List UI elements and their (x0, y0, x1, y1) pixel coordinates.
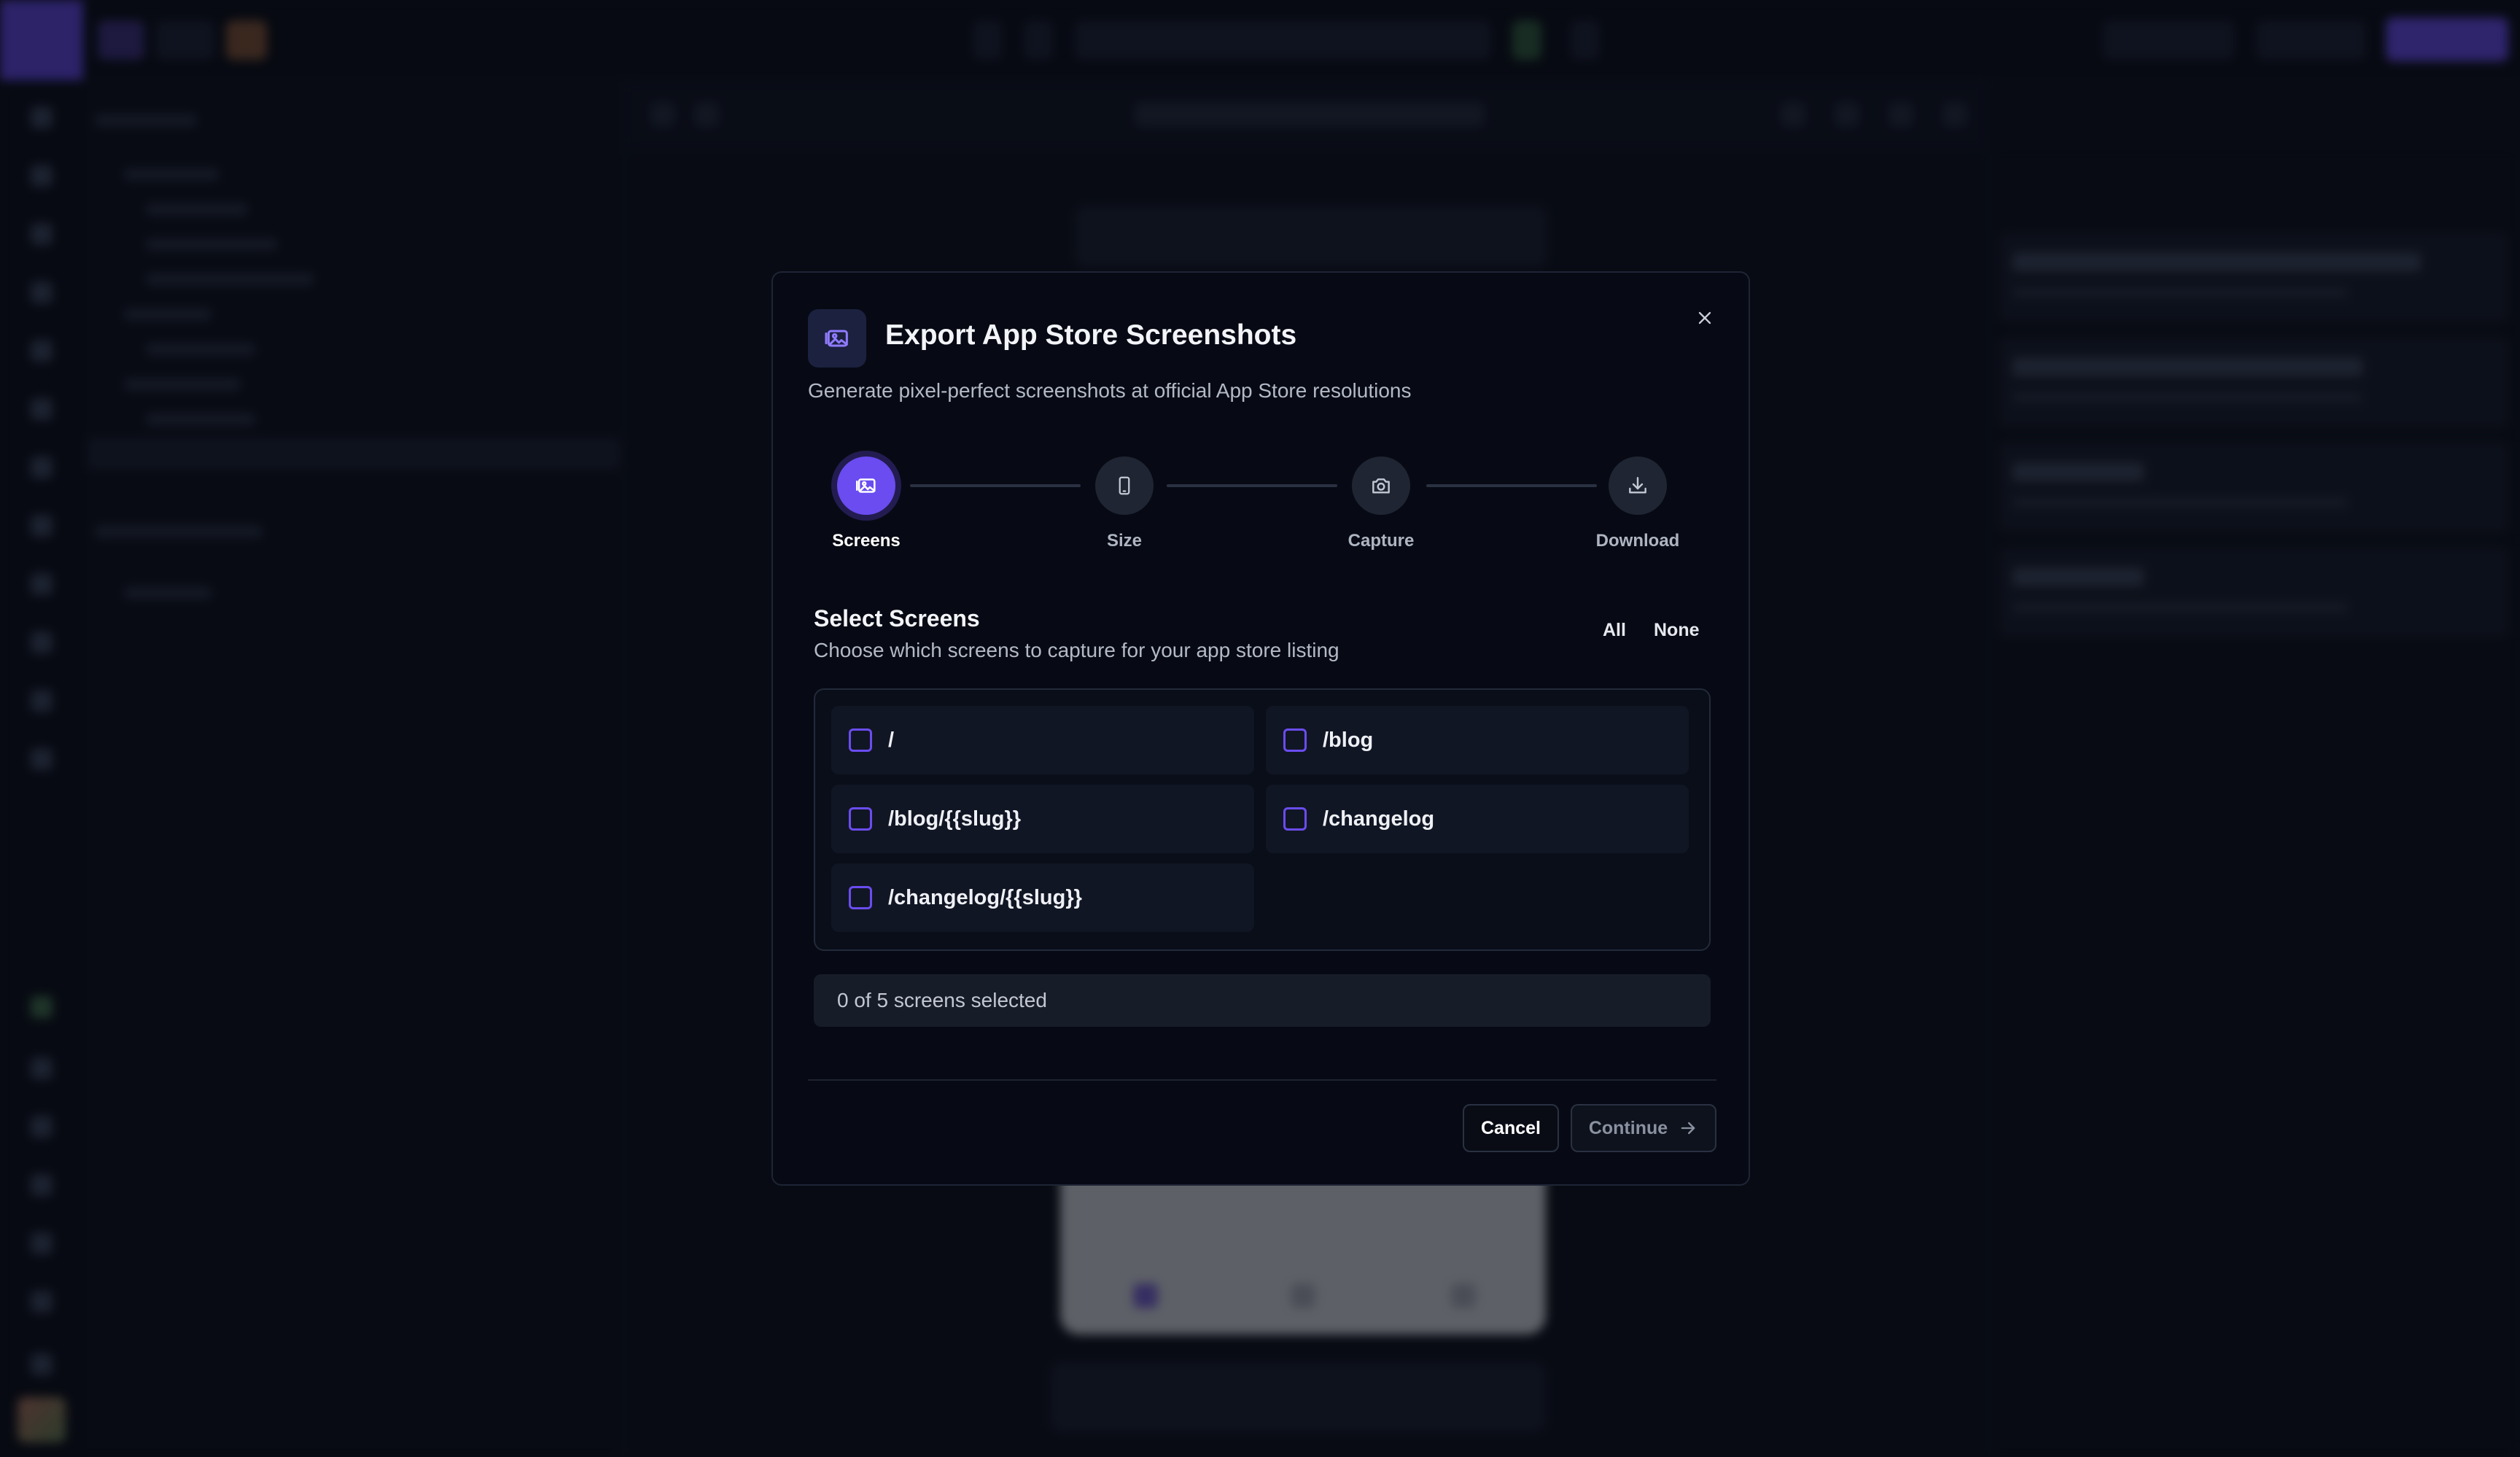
close-icon (1698, 311, 1711, 325)
screen-checkbox[interactable] (1283, 807, 1307, 831)
step-capture: Capture (1315, 456, 1447, 551)
close-button[interactable] (1687, 300, 1722, 335)
step-label: Capture (1348, 531, 1415, 551)
screen-list: / /blog /blog/{{slug}} /changelog /chang… (814, 688, 1711, 951)
stepper-connector (910, 484, 1081, 487)
screen-checkbox[interactable] (849, 807, 872, 831)
step-download: Download (1572, 456, 1703, 551)
step-label: Size (1106, 531, 1143, 551)
download-icon (1629, 477, 1646, 494)
step-circle (1095, 456, 1154, 515)
screen-label: /changelog/{{slug}} (888, 885, 1082, 909)
step-screens: Screens (801, 456, 932, 551)
screen-checkbox[interactable] (849, 728, 872, 752)
select-none-button[interactable]: None (1654, 620, 1700, 641)
footer-divider (808, 1079, 1716, 1081)
header-icon-badge (808, 309, 866, 368)
cancel-button-label: Cancel (1481, 1117, 1541, 1138)
cancel-button[interactable]: Cancel (1463, 1104, 1559, 1152)
step-label: Screens (832, 531, 901, 551)
screen-checkbox[interactable] (849, 886, 872, 909)
continue-button[interactable]: Continue (1571, 1104, 1716, 1152)
step-circle (1352, 456, 1410, 515)
export-screenshots-dialog: Export App Store Screenshots Generate pi… (771, 271, 1750, 1186)
screen-label: / (888, 728, 895, 752)
continue-button-label: Continue (1588, 1117, 1668, 1138)
image-icon (825, 330, 848, 347)
screen-label: /changelog (1323, 807, 1435, 831)
section-title: Select Screens (814, 605, 980, 632)
screen-item-blog-slug[interactable]: /blog/{{slug}} (831, 785, 1254, 853)
camera-icon (1372, 478, 1390, 494)
dialog-subtitle: Generate pixel-perfect screenshots at of… (808, 379, 1412, 402)
screen-item-changelog-slug[interactable]: /changelog/{{slug}} (831, 863, 1254, 932)
screen-item-root[interactable]: / (831, 706, 1254, 774)
screen-checkbox[interactable] (1283, 728, 1307, 752)
arrow-right-icon (1681, 1122, 1695, 1135)
step-label: Download (1595, 531, 1680, 551)
stepper-connector (1426, 484, 1597, 487)
phone-icon (1119, 476, 1130, 495)
dialog-title: Export App Store Screenshots (885, 319, 1297, 351)
selection-status: 0 of 5 screens selected (814, 974, 1711, 1027)
step-circle (1609, 456, 1667, 515)
step-size: Size (1059, 456, 1190, 551)
image-icon (855, 478, 876, 493)
app-window: Export App Store Screenshots Generate pi… (0, 0, 2520, 1457)
step-circle (837, 456, 895, 515)
screen-item-blog[interactable]: /blog (1266, 706, 1689, 774)
screen-label: /blog (1323, 728, 1374, 752)
screen-label: /blog/{{slug}} (888, 807, 1022, 831)
screen-item-changelog[interactable]: /changelog (1266, 785, 1689, 853)
stepper-connector (1167, 484, 1337, 487)
select-all-button[interactable]: All (1603, 620, 1626, 641)
section-description: Choose which screens to capture for your… (814, 639, 1339, 661)
